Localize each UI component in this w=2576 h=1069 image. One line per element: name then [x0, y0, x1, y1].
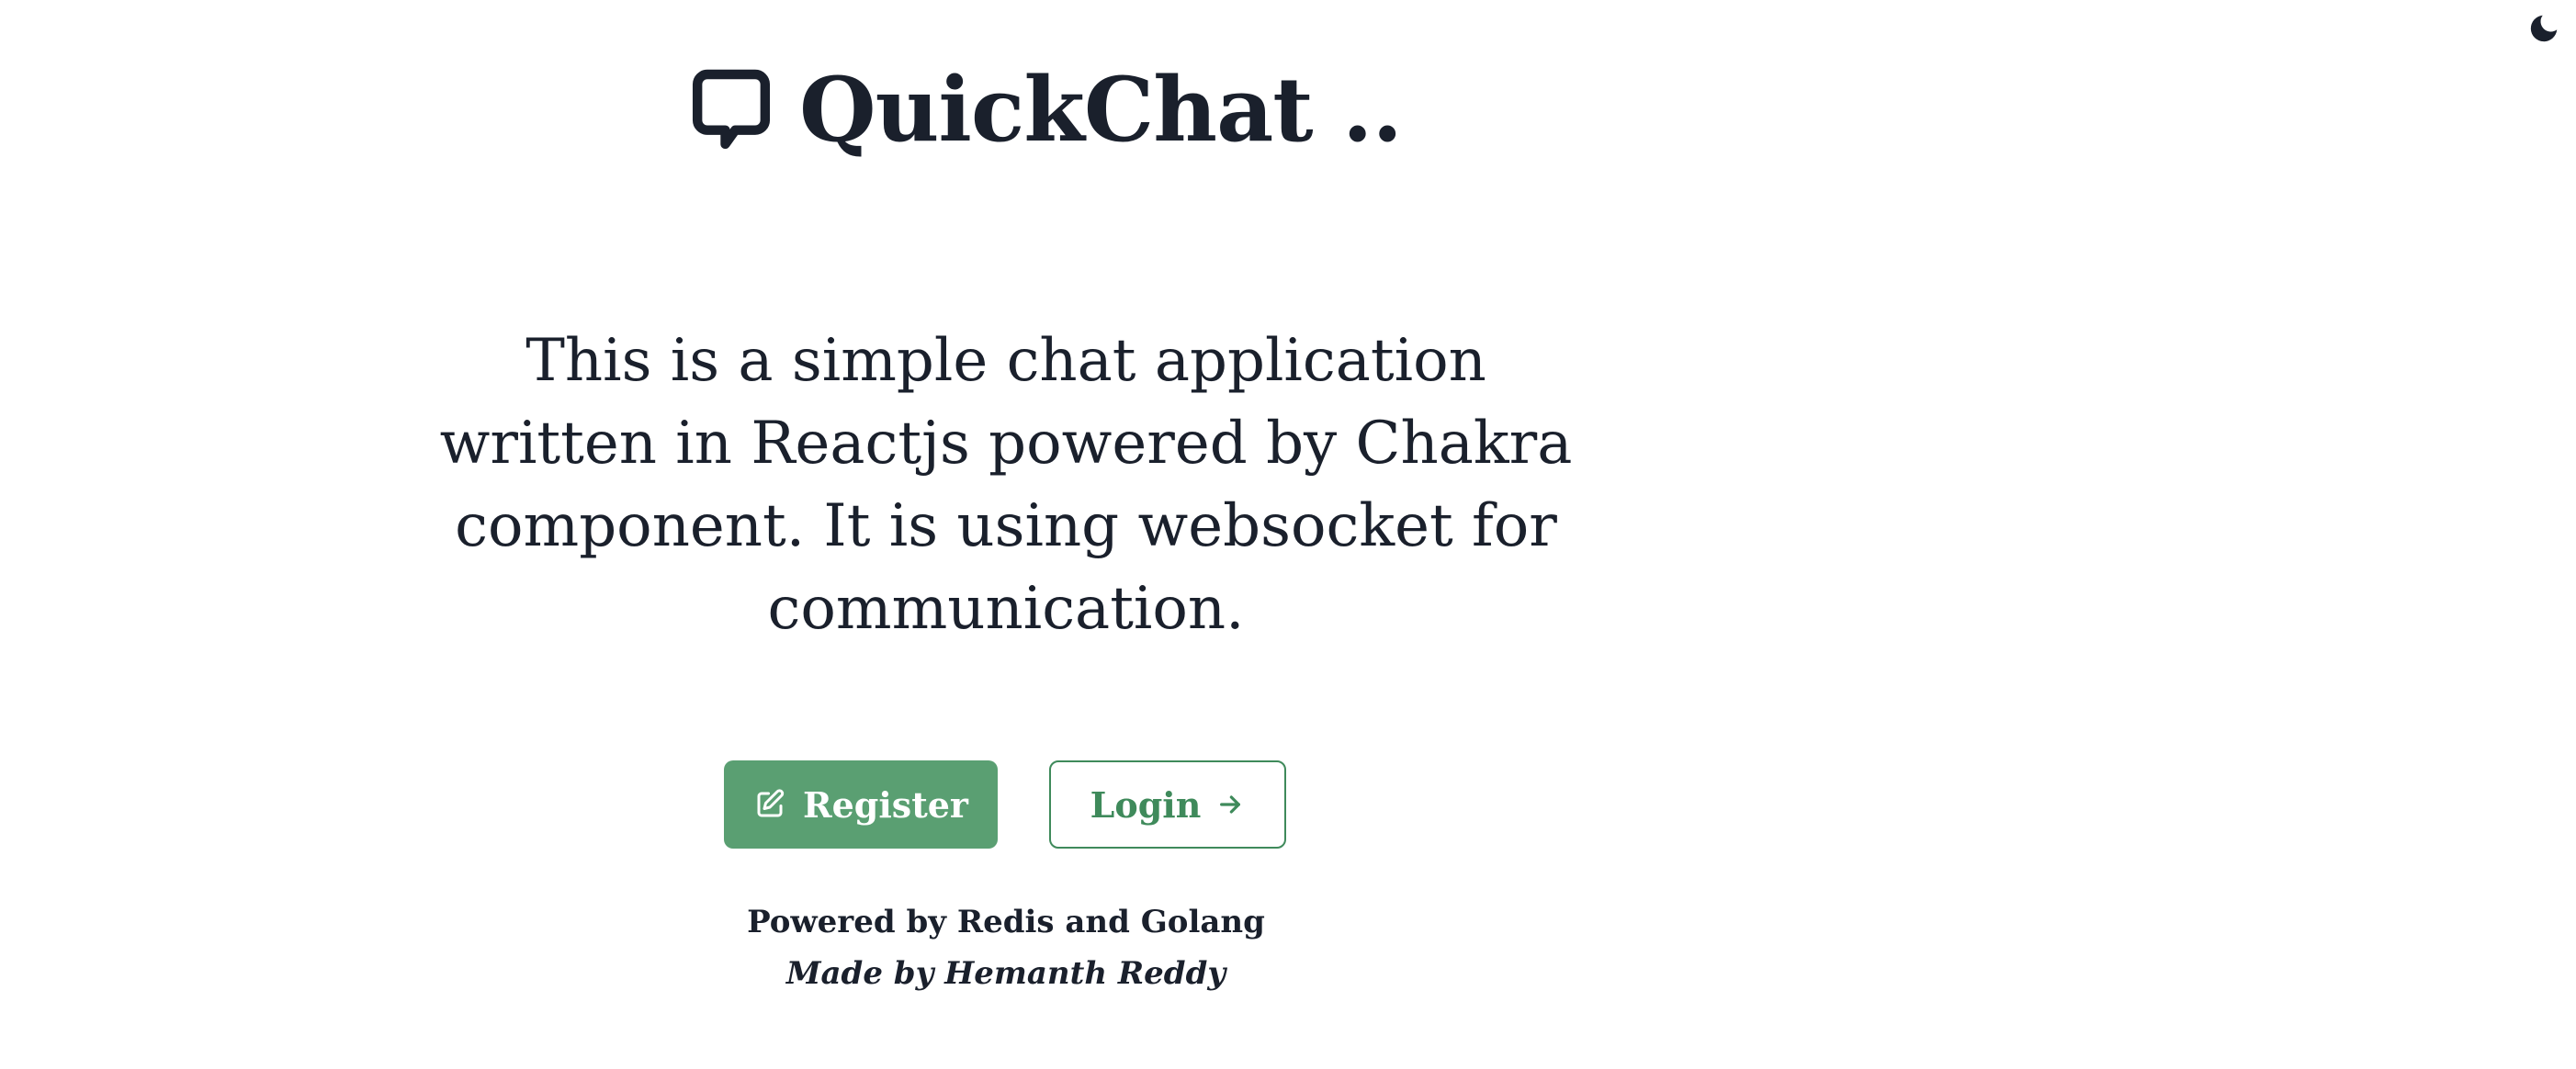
chat-bubble-icon — [692, 69, 771, 150]
app-header: QuickChat .. — [684, 55, 1403, 165]
login-button[interactable]: Login — [1049, 760, 1286, 849]
app-description: This is a simple chat application writte… — [439, 327, 1573, 643]
arrow-right-icon — [1215, 790, 1245, 819]
login-label: Login — [1090, 783, 1202, 826]
app-title: QuickChat .. — [799, 58, 1403, 162]
made-by-text: Made by Hemanth Reddy — [785, 955, 1226, 992]
register-label: Register — [803, 783, 968, 826]
powered-by-text: Powered by Redis and Golang — [747, 904, 1265, 940]
moon-icon — [2530, 15, 2558, 42]
theme-toggle-button[interactable] — [2521, 6, 2567, 51]
register-button[interactable]: Register — [724, 760, 998, 849]
edit-icon — [753, 788, 786, 821]
auth-buttons: Register Login — [724, 760, 1286, 849]
landing-page: QuickChat .. This is a simple chat appli… — [0, 0, 2576, 1069]
